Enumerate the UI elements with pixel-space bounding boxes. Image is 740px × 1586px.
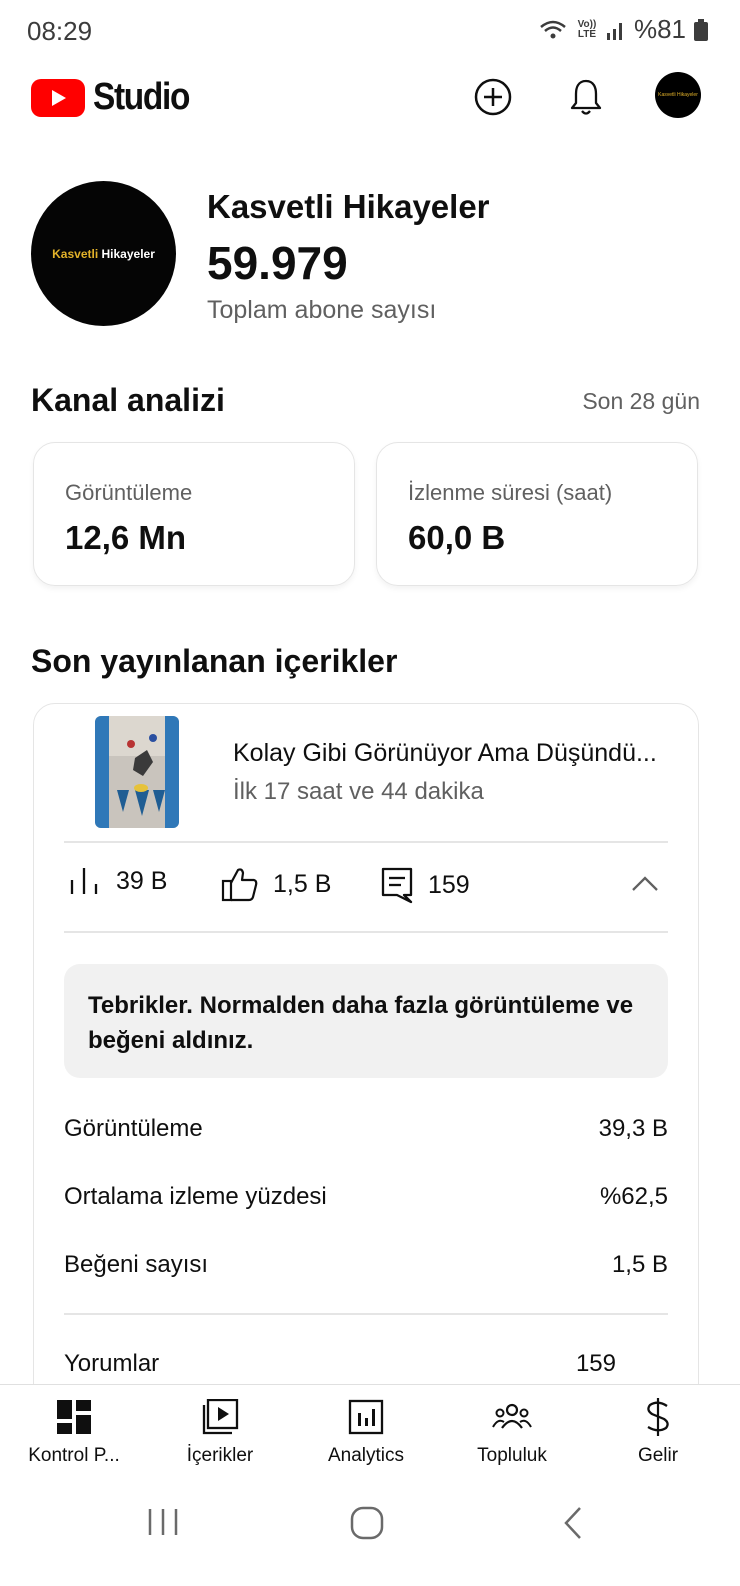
- community-icon: [492, 1399, 532, 1435]
- analytics-period: Son 28 gün: [582, 388, 700, 414]
- logo-text: Studio: [93, 76, 190, 118]
- nav-analytics[interactable]: Analytics: [292, 1385, 440, 1475]
- comment-icon: [381, 867, 413, 904]
- thumb-up-icon: [221, 868, 258, 902]
- comments-metric: 159: [380, 866, 470, 904]
- nav-community-label: Topluluk: [477, 1445, 547, 1466]
- card-divider-metrics: [64, 931, 668, 933]
- account-avatar[interactable]: Kasvetli Hikayeler: [655, 72, 701, 118]
- likes-metric: 1,5 B: [221, 866, 331, 902]
- bell-icon: [570, 79, 602, 115]
- analytics-icon: [348, 1399, 384, 1435]
- nav-earn-label: Gelir: [637, 1445, 679, 1466]
- collapse-button[interactable]: [630, 874, 660, 899]
- avatar-word-2: Hikayeler: [101, 246, 155, 261]
- watch-time-card-label: İzlenme süresi (saat): [408, 480, 613, 505]
- video-time: İlk 17 saat ve 44 dakika: [233, 778, 484, 805]
- bottom-navigation: Kontrol P... İçerikler Analytics Toplulu…: [0, 1384, 740, 1475]
- status-time: 08:29: [27, 16, 93, 46]
- status-icons: Vo)) LTE %81: [538, 14, 708, 45]
- nav-dashboard-label: Kontrol P...: [28, 1445, 120, 1466]
- lte-indicator: Vo)) LTE: [577, 18, 597, 40]
- likes-metric-value: 1,5 B: [273, 869, 332, 898]
- recent-content-title: Son yayınlanan içerikler: [31, 643, 398, 679]
- chevron-up-icon: [632, 876, 658, 891]
- detail-value-avg-view: %62,5: [599, 1183, 668, 1210]
- wifi-icon: [540, 20, 566, 38]
- dollar-icon: [644, 1398, 672, 1436]
- views-card-label: Görüntüleme: [65, 480, 193, 505]
- nav-content-label: İçerikler: [186, 1445, 254, 1466]
- nav-earn[interactable]: Gelir: [584, 1385, 732, 1475]
- views-card-value: 12,6 Mn: [65, 519, 187, 556]
- recent-apps-icon: [148, 1509, 178, 1535]
- detail-label-views: Görüntüleme: [64, 1115, 203, 1142]
- battery-percent: %81: [633, 14, 686, 44]
- watch-time-card-value: 60,0 B: [408, 519, 506, 556]
- bar-chart-icon: [70, 868, 98, 894]
- detail-label-avg-view: Ortalama izleme yüzdesi: [64, 1183, 327, 1210]
- home-button[interactable]: [350, 1506, 384, 1545]
- views-card[interactable]: Görüntüleme 12,6 Mn: [33, 442, 355, 586]
- signal-icon: [606, 22, 622, 40]
- avatar-text: Kasvetli Hikayeler: [658, 92, 698, 98]
- video-title[interactable]: Kolay Gibi Görünüyor Ama Düşündü...: [233, 739, 657, 768]
- recent-apps-button[interactable]: [146, 1508, 180, 1541]
- notifications-button[interactable]: [563, 74, 609, 120]
- comments-metric-value: 159: [428, 870, 470, 899]
- detail-label-likes: Beğeni sayısı: [64, 1251, 209, 1278]
- battery-icon: [694, 18, 708, 41]
- video-thumbnail[interactable]: [95, 716, 179, 828]
- avatar-word-1: Kasvetli: [52, 246, 99, 261]
- nav-community[interactable]: Topluluk: [438, 1385, 586, 1475]
- watch-time-card[interactable]: İzlenme süresi (saat) 60,0 B: [376, 442, 698, 586]
- card-divider-top: [64, 841, 668, 843]
- subscriber-label: Toplam abone sayısı: [207, 296, 437, 324]
- youtube-play-icon: [31, 78, 85, 117]
- content-icon: [201, 1399, 239, 1435]
- detail-value-views: 39,3 B: [598, 1115, 668, 1142]
- add-circle-icon: [474, 78, 512, 116]
- subscriber-count: 59.979: [207, 237, 348, 289]
- views-metric: 39 B: [68, 866, 167, 896]
- channel-name: Kasvetli Hikayeler: [207, 188, 490, 225]
- back-button[interactable]: [562, 1506, 584, 1545]
- create-button[interactable]: [470, 74, 516, 120]
- nav-dashboard[interactable]: Kontrol P...: [0, 1385, 148, 1475]
- system-navigation-bar: [0, 1474, 740, 1586]
- card-divider-bottom: [64, 1313, 668, 1315]
- nav-analytics-label: Analytics: [327, 1445, 405, 1466]
- home-icon: [350, 1506, 384, 1540]
- detail-value-comments: 159: [575, 1350, 616, 1377]
- channel-avatar[interactable]: Kasvetli Hikayeler: [31, 181, 176, 326]
- dashboard-icon: [56, 1399, 92, 1435]
- analytics-section-title: Kanal analizi: [31, 382, 225, 418]
- congrats-message: Tebrikler. Normalden daha fazla görüntül…: [64, 964, 668, 1078]
- views-metric-value: 39 B: [116, 866, 168, 895]
- detail-value-likes: 1,5 B: [611, 1251, 668, 1278]
- nav-content[interactable]: İçerikler: [146, 1385, 294, 1475]
- youtube-studio-logo[interactable]: Studio: [31, 76, 202, 119]
- detail-label-comments: Yorumlar: [64, 1350, 160, 1377]
- back-icon: [564, 1507, 581, 1539]
